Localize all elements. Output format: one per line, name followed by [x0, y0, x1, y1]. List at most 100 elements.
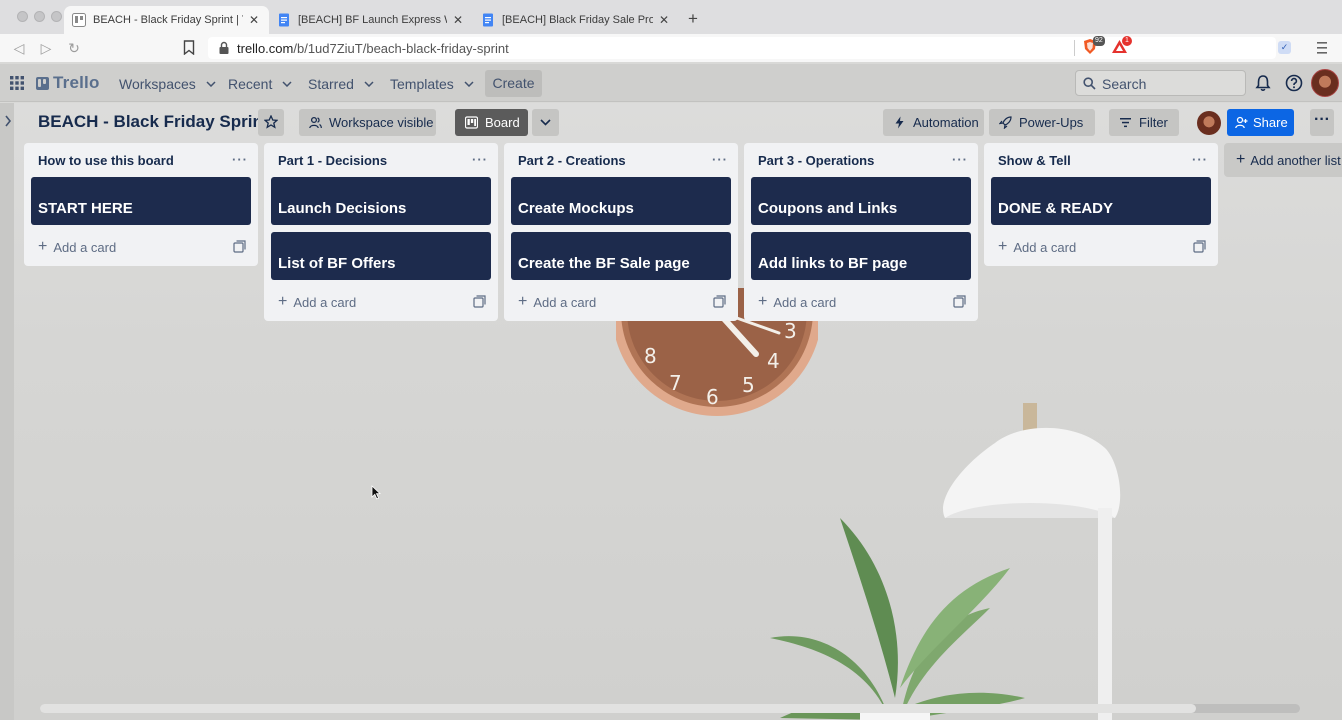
- tab-close-icon[interactable]: ✕: [247, 13, 261, 27]
- svg-text:4: 4: [767, 349, 780, 373]
- browser-tab-trello[interactable]: BEACH - Black Friday Sprint | Tr ✕: [64, 6, 269, 34]
- list-menu-icon[interactable]: ···: [232, 152, 248, 167]
- list-header[interactable]: How to use this board ···: [24, 143, 258, 177]
- card[interactable]: Coupons and Links: [751, 177, 971, 225]
- filter-button[interactable]: Filter: [1109, 109, 1179, 136]
- list-header[interactable]: Part 1 - Decisions ···: [264, 143, 498, 177]
- board-view-icon: [465, 116, 478, 129]
- board-member-avatar[interactable]: [1197, 111, 1221, 135]
- create-button[interactable]: Create: [485, 70, 542, 97]
- window-close-button[interactable]: [17, 11, 28, 22]
- card-template-icon[interactable]: [233, 240, 246, 253]
- filter-icon: [1120, 118, 1131, 128]
- add-card-button[interactable]: + Add a card: [504, 283, 738, 321]
- card[interactable]: Add links to BF page: [751, 232, 971, 280]
- board-title[interactable]: BEACH - Black Friday Sprint: [38, 112, 269, 132]
- reload-icon[interactable]: ↻: [66, 40, 82, 57]
- star-icon: [264, 115, 278, 129]
- browser-tab-doc-2[interactable]: [BEACH] Black Friday Sale Prod ✕: [473, 6, 679, 34]
- list-part-1-decisions: Part 1 - Decisions ··· Launch Decisions …: [264, 143, 498, 321]
- list-title: Part 3 - Operations: [758, 152, 875, 168]
- url-path: /b/1ud7ZiuT/beach-black-friday-sprint: [293, 41, 509, 56]
- notifications-bell-icon[interactable]: [1255, 74, 1271, 92]
- starred-menu[interactable]: Starred: [308, 73, 374, 95]
- chevron-right-icon[interactable]: [4, 115, 12, 127]
- list-menu-icon[interactable]: ···: [1192, 152, 1208, 167]
- list-part-2-creations: Part 2 - Creations ··· Create Mockups Cr…: [504, 143, 738, 321]
- lock-icon: [219, 41, 229, 54]
- add-card-label: Add a card: [533, 294, 597, 310]
- browser-tab-doc-1[interactable]: [BEACH] BF Launch Express Wo ✕: [269, 6, 473, 34]
- tab-close-icon[interactable]: ✕: [657, 13, 671, 27]
- add-card-button[interactable]: + Add a card: [984, 228, 1218, 266]
- automation-button[interactable]: Automation: [883, 109, 984, 136]
- view-switcher-button[interactable]: [532, 109, 559, 136]
- list-menu-icon[interactable]: ···: [472, 152, 488, 167]
- automation-label: Automation: [913, 115, 979, 130]
- card[interactable]: Create the BF Sale page: [511, 232, 731, 280]
- svg-text:5: 5: [742, 373, 755, 397]
- visibility-button[interactable]: Workspace visible: [299, 109, 436, 136]
- tab-close-icon[interactable]: ✕: [451, 13, 465, 27]
- scrollbar-thumb[interactable]: [40, 704, 1196, 713]
- trello-logo[interactable]: Trello: [36, 73, 100, 92]
- extension-icon[interactable]: ✓: [1278, 41, 1291, 54]
- new-tab-plus-icon[interactable]: +: [684, 9, 702, 29]
- chevron-down-icon: [364, 81, 374, 87]
- card[interactable]: Launch Decisions: [271, 177, 491, 225]
- chevron-down-icon: [282, 81, 292, 87]
- card-template-icon[interactable]: [713, 295, 726, 308]
- search-placeholder: Search: [1102, 76, 1147, 92]
- recent-menu[interactable]: Recent: [228, 73, 292, 95]
- add-card-button[interactable]: + Add a card: [24, 228, 258, 266]
- bookmark-icon[interactable]: [183, 40, 195, 55]
- trello-favicon-icon: [72, 13, 86, 27]
- board-menu-button[interactable]: ···: [1310, 109, 1334, 136]
- window-minimize-button[interactable]: [34, 11, 45, 22]
- plus-icon: +: [278, 293, 288, 310]
- back-arrow-icon[interactable]: ◁: [11, 40, 27, 57]
- search-icon: [1083, 77, 1096, 90]
- share-button[interactable]: Share: [1227, 109, 1294, 136]
- horizontal-scrollbar[interactable]: [40, 704, 1300, 713]
- card-template-icon[interactable]: [473, 295, 486, 308]
- add-card-button[interactable]: + Add a card: [264, 283, 498, 321]
- plus-icon: +: [1236, 151, 1246, 168]
- user-avatar[interactable]: [1311, 69, 1339, 97]
- list-menu-icon[interactable]: ···: [952, 152, 968, 167]
- chevron-down-icon: [464, 81, 474, 87]
- add-card-button[interactable]: + Add a card: [744, 283, 978, 321]
- templates-menu[interactable]: Templates: [390, 73, 474, 95]
- star-board-button[interactable]: [258, 109, 284, 136]
- plus-icon: +: [518, 293, 528, 310]
- card[interactable]: List of BF Offers: [271, 232, 491, 280]
- rocket-icon: [999, 116, 1012, 129]
- browser-tab-bar: BEACH - Black Friday Sprint | Tr ✕ [BEAC…: [0, 0, 1342, 34]
- browser-menu-icon[interactable]: [1316, 40, 1328, 56]
- plus-icon: +: [998, 238, 1008, 255]
- tab-title: [BEACH] BF Launch Express Wo: [298, 14, 447, 26]
- card[interactable]: Create Mockups: [511, 177, 731, 225]
- chevron-down-icon: [206, 81, 216, 87]
- lamp-pole-image: [1098, 508, 1112, 720]
- search-input[interactable]: Search: [1075, 70, 1246, 96]
- list-header[interactable]: Part 2 - Creations ···: [504, 143, 738, 177]
- window-zoom-button[interactable]: [51, 11, 62, 22]
- app-switcher-icon[interactable]: [10, 76, 24, 90]
- forward-arrow-icon[interactable]: ▷: [38, 40, 54, 57]
- sidebar-collapsed[interactable]: [0, 103, 14, 720]
- list-menu-icon[interactable]: ···: [712, 152, 728, 167]
- card-template-icon[interactable]: [1193, 240, 1206, 253]
- list-title: Part 2 - Creations: [518, 152, 626, 168]
- card[interactable]: DONE & READY: [991, 177, 1211, 225]
- workspaces-menu[interactable]: Workspaces: [119, 73, 216, 95]
- help-icon[interactable]: [1285, 74, 1303, 92]
- card[interactable]: START HERE: [31, 177, 251, 225]
- board-view-button[interactable]: Board: [455, 109, 528, 136]
- list-header[interactable]: Part 3 - Operations ···: [744, 143, 978, 177]
- power-ups-button[interactable]: Power-Ups: [989, 109, 1095, 136]
- list-header[interactable]: Show & Tell ···: [984, 143, 1218, 177]
- add-list-button[interactable]: + Add another list: [1224, 143, 1342, 177]
- card-template-icon[interactable]: [953, 295, 966, 308]
- svg-text:7: 7: [669, 371, 682, 395]
